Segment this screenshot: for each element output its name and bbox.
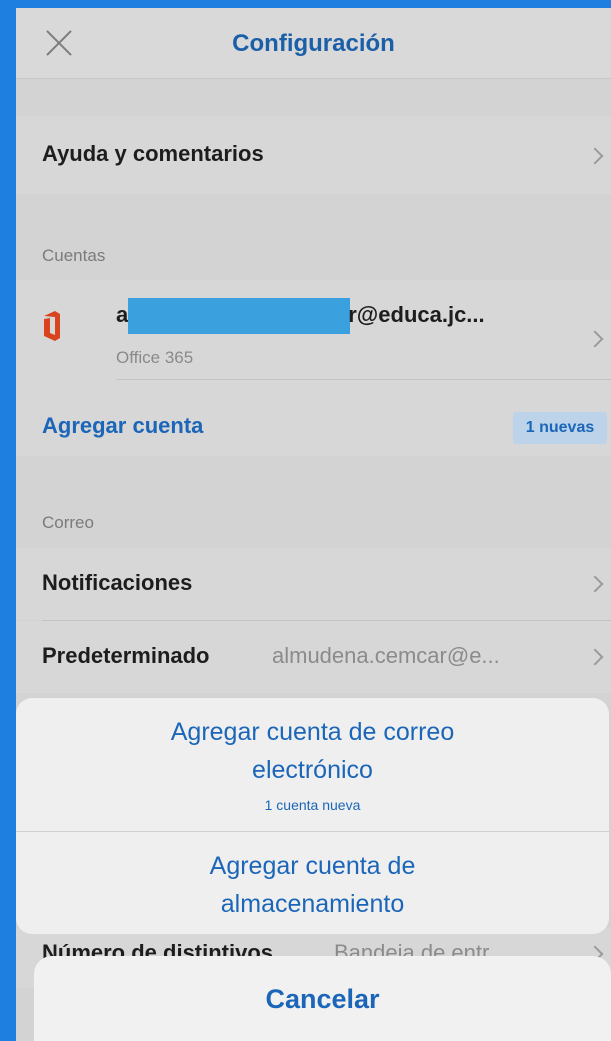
add-storage-line2: almacenamiento <box>220 890 405 918</box>
page-title: Configuración <box>232 30 395 57</box>
add-email-line1: Agregar cuenta de correo <box>170 718 455 746</box>
accounts-section-header: Cuentas <box>42 246 106 265</box>
default-label: Predeterminado <box>42 643 210 668</box>
default-value: almudena.cemcar@e... <box>272 643 500 668</box>
mail-section-header: Correo <box>42 513 94 532</box>
row-divider <box>116 379 611 380</box>
nav-bar: Configuración <box>16 8 611 79</box>
account-email-prefix: a <box>116 301 129 327</box>
notifications-label: Notificaciones <box>42 570 193 595</box>
add-storage-account-button[interactable]: Agregar cuenta de almacenamiento <box>16 832 609 934</box>
help-feedback-label: Ayuda y comentarios <box>42 141 264 166</box>
account-email[interactable]: a r@educa.jc... <box>116 298 485 334</box>
cancel-button[interactable]: Cancelar <box>34 956 611 1041</box>
chevron-right-icon <box>586 147 604 165</box>
add-account-link[interactable]: Agregar cuenta <box>42 413 203 439</box>
chevron-right-icon <box>586 575 604 593</box>
action-sheet: Agregar cuenta de correo electrónico 1 c… <box>16 698 609 934</box>
new-accounts-badge: 1 nuevas <box>513 412 607 444</box>
help-feedback-row[interactable]: Ayuda y comentarios <box>16 116 611 194</box>
notifications-row[interactable]: Notificaciones <box>16 548 611 620</box>
office-365-icon <box>44 311 60 341</box>
default-account-row[interactable]: Predeterminado almudena.cemcar@e... <box>16 621 611 693</box>
chevron-right-icon <box>586 648 604 666</box>
cancel-label: Cancelar <box>265 984 380 1014</box>
new-account-count: 1 cuenta nueva <box>264 797 361 813</box>
account-email-suffix: r@educa.jc... <box>348 301 485 327</box>
add-email-account-button[interactable]: Agregar cuenta de correo electrónico 1 c… <box>16 698 609 828</box>
account-provider: Office 365 <box>116 348 194 367</box>
add-email-line2: electrónico <box>252 756 373 784</box>
add-storage-line1: Agregar cuenta de <box>209 852 416 880</box>
redacted-email-block <box>128 298 351 334</box>
